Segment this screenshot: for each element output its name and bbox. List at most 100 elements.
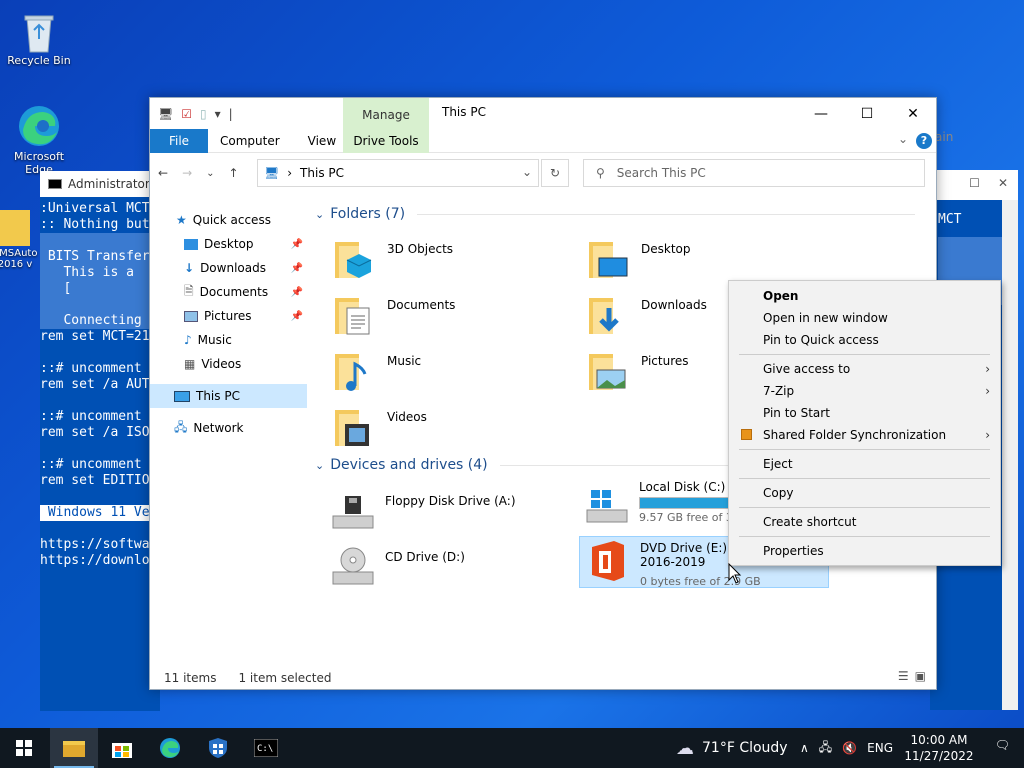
help-icon[interactable]: ?: [916, 133, 932, 149]
search-icon: ⚲: [596, 166, 605, 180]
tab-file[interactable]: File: [150, 128, 208, 153]
sidebar-item-pictures[interactable]: Pictures 📌: [150, 304, 307, 328]
group-header-folders[interactable]: ⌄ Folders (7): [315, 206, 915, 222]
menu-item-shared-folder-sync[interactable]: Shared Folder Synchronization ›: [729, 424, 1000, 446]
minimize-button[interactable]: —: [798, 98, 844, 129]
cmd-titlebar[interactable]: Administrator:: [40, 171, 160, 197]
menu-item-copy[interactable]: Copy: [729, 482, 1000, 504]
sidebar-item-desktop[interactable]: Desktop 📌: [150, 232, 307, 256]
menu-item-properties[interactable]: Properties: [729, 540, 1000, 562]
sidebar-item-music[interactable]: ♪ Music: [150, 328, 307, 352]
sidebar-item-label: Downloads: [200, 261, 266, 275]
scrollbar[interactable]: [1002, 200, 1018, 710]
group-title: Folders (7): [330, 206, 406, 222]
taskbar-security[interactable]: [194, 728, 242, 768]
up-arrow-icon[interactable]: ↑: [229, 166, 239, 180]
pin-icon[interactable]: 📌: [291, 287, 303, 298]
console-line: [: [40, 281, 160, 297]
bgwin-titlebar[interactable]: ☐ ✕: [930, 170, 1018, 196]
expand-ribbon-icon[interactable]: ⌄: [898, 132, 908, 146]
drive-floppy[interactable]: Floppy Disk Drive (A:): [331, 486, 581, 538]
maximize-button[interactable]: ☐: [844, 98, 890, 129]
menu-item-open-new-window[interactable]: Open in new window: [729, 307, 1000, 329]
menu-item-open[interactable]: Open: [729, 285, 1000, 307]
language-indicator[interactable]: ENG: [867, 741, 893, 755]
folder-videos[interactable]: Videos: [333, 404, 583, 456]
star-icon: ★: [176, 213, 187, 227]
console-line: :: Nothing but: [40, 217, 150, 232]
menu-item-label: Give access to: [763, 362, 851, 376]
new-folder-icon[interactable]: ▯: [200, 107, 207, 121]
menu-item-7zip[interactable]: 7-Zip ›: [729, 380, 1000, 402]
cmd-window[interactable]: Administrator: :Universal MCT:: Nothing …: [40, 171, 160, 711]
edge-icon: [160, 738, 180, 758]
clock[interactable]: 10:00 AM 11/27/2022: [904, 732, 974, 764]
start-button[interactable]: [0, 728, 48, 768]
menu-item-eject[interactable]: Eject: [729, 453, 1000, 475]
recent-chevron-icon[interactable]: ⌄: [206, 168, 214, 179]
menu-separator: [739, 507, 990, 508]
address-bar[interactable]: 🖥 › This PC ⌄: [257, 159, 539, 187]
sidebar-item-this-pc[interactable]: This PC: [150, 384, 307, 408]
pin-icon[interactable]: 📌: [291, 263, 303, 274]
sidebar-item-documents[interactable]: 🗎 Documents 📌: [150, 280, 307, 304]
cmd-console[interactable]: :Universal MCT:: Nothing but BITS Transf…: [40, 197, 160, 711]
taskbar-terminal[interactable]: C:\: [242, 728, 290, 768]
breadcrumb-this-pc[interactable]: This PC: [300, 166, 344, 180]
network-icon[interactable]: 🖧: [819, 738, 832, 759]
menu-item-pin-start[interactable]: Pin to Start: [729, 402, 1000, 424]
maximize-icon[interactable]: ☐: [969, 176, 980, 196]
taskbar-edge[interactable]: [146, 728, 194, 768]
chevron-down-icon[interactable]: ⌄: [522, 165, 532, 179]
weather-widget[interactable]: ☁ 71°F Cloudy: [676, 728, 788, 768]
chevron-down-icon[interactable]: ▾: [215, 107, 221, 121]
tab-computer[interactable]: Computer: [208, 129, 294, 153]
console-line: rem set /a AUT: [40, 377, 150, 392]
menu-item-pin-quick-access[interactable]: Pin to Quick access: [729, 329, 1000, 351]
folder-3d-objects[interactable]: 3D Objects: [333, 236, 583, 288]
folder-documents[interactable]: Documents: [333, 292, 583, 344]
pin-icon[interactable]: 📌: [291, 239, 303, 250]
desktop-icon-edge[interactable]: Microsoft Edge: [4, 104, 74, 176]
menu-item-give-access[interactable]: Give access to ›: [729, 358, 1000, 380]
notification-center-icon[interactable]: 🗨: [995, 738, 1010, 752]
refresh-button[interactable]: ↻: [541, 159, 569, 187]
back-arrow-icon[interactable]: ←: [158, 166, 168, 180]
sidebar-item-quick-access[interactable]: ★ Quick access: [150, 208, 307, 232]
taskbar-store[interactable]: [98, 728, 146, 768]
sidebar-item-label: Pictures: [204, 309, 252, 323]
sidebar-item-network[interactable]: 🖧 Network: [150, 416, 307, 440]
drive-cd-d[interactable]: CD Drive (D:): [331, 542, 581, 594]
chevron-right-icon: ›: [985, 428, 990, 442]
search-input[interactable]: ⚲ Search This PC: [583, 159, 925, 187]
properties-icon[interactable]: ☑: [181, 107, 192, 121]
folder-music[interactable]: Music: [333, 348, 583, 400]
tab-view[interactable]: View: [294, 129, 350, 153]
desktop-icon-recycle-bin[interactable]: Recycle Bin: [4, 8, 74, 67]
chevron-right-icon: ›: [985, 384, 990, 398]
close-icon[interactable]: ✕: [998, 176, 1008, 196]
pin-icon[interactable]: 📌: [291, 311, 303, 322]
volume-muted-icon[interactable]: 🔇: [842, 741, 857, 755]
sidebar-item-label: Documents: [199, 285, 269, 299]
forward-arrow-icon[interactable]: →: [182, 166, 192, 180]
details-view-icon[interactable]: ☰: [898, 669, 909, 683]
manage-context-tab[interactable]: Manage: [343, 98, 429, 129]
menu-item-create-shortcut[interactable]: Create shortcut: [729, 511, 1000, 533]
desktop-icon-kmsauto[interactable]: KMSAuto 2016 v: [0, 210, 40, 270]
computer-icon[interactable]: 🖥: [158, 107, 173, 121]
title-bar[interactable]: 🖥 ☑ ▯ ▾ | Manage This PC — ☐ ✕: [150, 98, 936, 129]
navigation-pane: ★ Quick access Desktop 📌 ↓ Downloads 📌 🗎 Docu…: [150, 208, 307, 668]
sidebar-item-videos[interactable]: ▦ Videos: [150, 352, 307, 376]
drive-label: CD Drive (D:): [385, 550, 465, 564]
large-icons-view-icon[interactable]: ▣: [915, 669, 926, 683]
edge-icon: [17, 104, 61, 148]
drive-label: Floppy Disk Drive (A:): [385, 494, 516, 508]
sidebar-item-label: This PC: [196, 389, 240, 403]
sidebar-item-downloads[interactable]: ↓ Downloads 📌: [150, 256, 307, 280]
show-hidden-icons-icon[interactable]: ∧: [800, 741, 809, 755]
taskbar-file-explorer[interactable]: [50, 728, 98, 768]
close-button[interactable]: ✕: [890, 98, 936, 129]
tab-drive-tools[interactable]: Drive Tools: [343, 129, 429, 153]
